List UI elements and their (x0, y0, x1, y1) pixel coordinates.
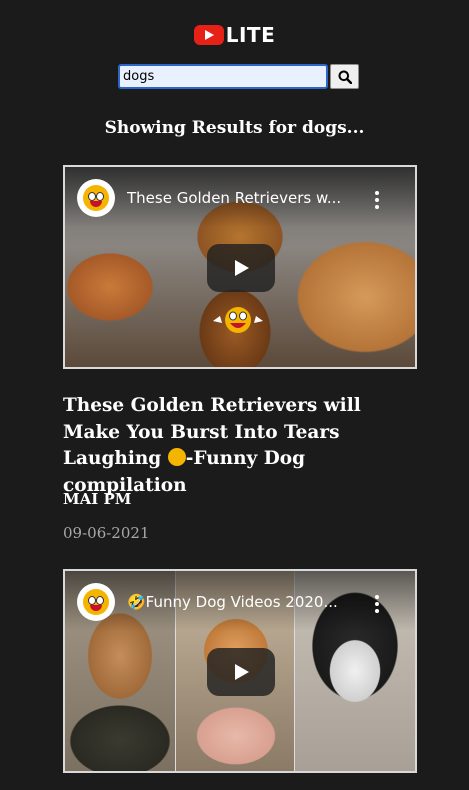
more-options-icon[interactable] (374, 191, 380, 209)
channel-avatar[interactable] (77, 583, 115, 621)
avatar-emoji-icon (83, 589, 109, 615)
more-options-icon[interactable] (374, 595, 380, 613)
avatar-emoji-icon (83, 185, 109, 211)
search-form (118, 64, 359, 89)
video-overlay-title[interactable]: These Golden Retrievers w... (127, 189, 363, 207)
play-button[interactable] (207, 244, 275, 292)
laughing-emoji-icon (167, 448, 186, 466)
play-icon (235, 664, 249, 680)
video-embed[interactable]: 🤣Funny Dog Videos 2020... (63, 569, 417, 773)
site-logo[interactable]: LITE (0, 24, 469, 46)
logo-text: LITE (225, 23, 276, 47)
video-title[interactable]: These Golden Retrievers will Make You Bu… (63, 393, 403, 499)
video-embed[interactable]: These Golden Retrievers w... (63, 165, 417, 369)
video-overlay-title[interactable]: 🤣Funny Dog Videos 2020... (127, 593, 363, 611)
play-icon (235, 260, 249, 276)
search-icon (338, 70, 352, 84)
search-button[interactable] (330, 64, 359, 89)
publish-date: 09-06-2021 (63, 524, 150, 542)
channel-avatar[interactable] (77, 179, 115, 217)
youtube-play-icon (193, 25, 224, 45)
search-input[interactable] (118, 64, 328, 89)
results-heading: Showing Results for dogs... (104, 118, 365, 138)
play-button[interactable] (207, 648, 275, 696)
laughing-emoji-icon (213, 307, 263, 333)
channel-name[interactable]: MAI PM (63, 490, 131, 508)
